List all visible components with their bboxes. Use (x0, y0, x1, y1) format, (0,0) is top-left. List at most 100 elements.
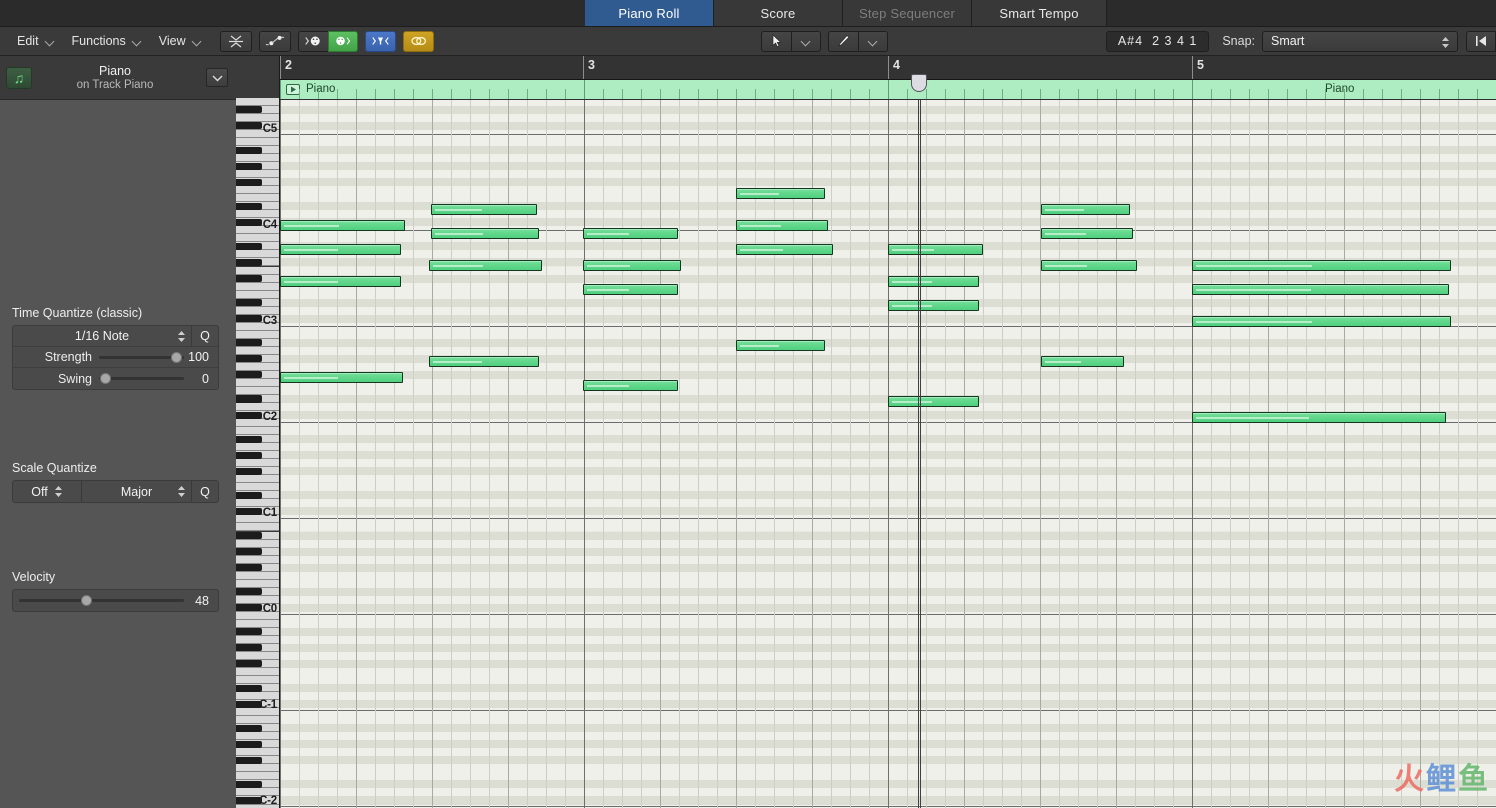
piano-key-row[interactable] (236, 539, 279, 548)
piano-key-black[interactable] (236, 548, 262, 556)
slider-knob[interactable] (100, 373, 112, 384)
piano-key-row[interactable] (236, 635, 279, 644)
pointer-tool-menu[interactable] (790, 30, 821, 52)
piano-key-black[interactable] (236, 106, 262, 114)
piano-key-black[interactable] (236, 258, 262, 266)
piano-key-black[interactable] (236, 644, 262, 652)
region-lane[interactable]: Piano Piano (280, 80, 1496, 100)
piano-key-row[interactable] (236, 226, 279, 235)
midi-note[interactable] (583, 284, 678, 295)
scale-quantize-mode-select[interactable]: Off (13, 481, 81, 502)
strength-row[interactable]: Strength 100 (13, 347, 218, 368)
midi-note[interactable] (736, 244, 833, 255)
piano-key-black[interactable] (236, 724, 262, 732)
menu-edit[interactable]: Edit (8, 30, 63, 52)
piano-key-row[interactable] (236, 788, 279, 797)
midi-note[interactable] (736, 188, 825, 199)
piano-key-row[interactable] (236, 210, 279, 219)
tab-score[interactable]: Score (714, 0, 843, 27)
midi-note[interactable] (888, 244, 983, 255)
midi-note[interactable] (1041, 228, 1133, 239)
piano-key-row[interactable] (236, 97, 279, 106)
piano-key-black[interactable] (236, 411, 262, 419)
tab-step-sequencer[interactable]: Step Sequencer (843, 0, 972, 27)
midi-note[interactable] (1041, 356, 1124, 367)
piano-key-row[interactable] (236, 515, 279, 524)
tab-smart-tempo[interactable]: Smart Tempo (972, 0, 1107, 27)
midi-note[interactable] (583, 380, 678, 391)
secondary-tool-button[interactable] (827, 30, 858, 52)
piano-key-black[interactable] (236, 467, 262, 475)
midi-note[interactable] (888, 396, 979, 407)
piano-key-row[interactable] (236, 170, 279, 179)
piano-key-row[interactable] (236, 619, 279, 628)
midi-in-button[interactable] (297, 30, 328, 52)
piano-key-row[interactable] (236, 443, 279, 452)
midi-note[interactable] (736, 220, 828, 231)
piano-key-black[interactable] (236, 756, 262, 764)
piano-key-black[interactable] (236, 315, 262, 323)
timeline-ruler[interactable]: 2 3 4 5 (280, 56, 1496, 80)
piano-key-row[interactable] (236, 186, 279, 195)
scale-quantize-scale-select[interactable]: Major (82, 481, 191, 502)
piano-key-black[interactable] (236, 122, 262, 130)
piano-key-row[interactable] (236, 579, 279, 588)
piano-key-row[interactable] (236, 266, 279, 275)
velocity-row[interactable]: 48 (13, 590, 218, 611)
piano-key-black[interactable] (236, 780, 262, 788)
piano-key-black[interactable] (236, 202, 262, 210)
piano-key-row[interactable] (236, 676, 279, 685)
swing-slider[interactable] (99, 368, 184, 389)
piano-key-row[interactable] (236, 571, 279, 580)
piano-key-row[interactable] (236, 523, 279, 532)
midi-note[interactable] (1192, 260, 1451, 271)
piano-key-row[interactable] (236, 130, 279, 139)
midi-note[interactable] (736, 340, 825, 351)
piano-key-row[interactable] (236, 346, 279, 355)
piano-key-black[interactable] (236, 588, 262, 596)
velocity-scale-button[interactable] (219, 30, 252, 52)
midi-note[interactable] (429, 356, 539, 367)
note-tool-button[interactable] (258, 30, 291, 52)
piano-key-black[interactable] (236, 604, 262, 612)
playhead-handle[interactable] (911, 74, 927, 92)
piano-key-row[interactable] (236, 748, 279, 757)
note-grid[interactable] (280, 100, 1496, 808)
menu-view[interactable]: View (150, 30, 210, 52)
midi-note[interactable] (1041, 260, 1137, 271)
midi-note[interactable] (280, 372, 403, 383)
piano-key-black[interactable] (236, 339, 262, 347)
midi-note[interactable] (1041, 204, 1130, 215)
time-quantize-q-button[interactable]: Q (191, 326, 218, 346)
midi-note[interactable] (431, 228, 539, 239)
piano-key-black[interactable] (236, 162, 262, 170)
piano-key-black[interactable] (236, 660, 262, 668)
menu-functions[interactable]: Functions (63, 30, 150, 52)
piano-key-row[interactable] (236, 483, 279, 492)
piano-key-row[interactable] (236, 668, 279, 677)
midi-out-button[interactable] (327, 30, 358, 52)
slider-knob[interactable] (170, 351, 182, 363)
piano-key-row[interactable] (236, 194, 279, 203)
piano-key-black[interactable] (236, 435, 262, 443)
slider-knob[interactable] (80, 595, 92, 606)
piano-key-row[interactable] (236, 555, 279, 564)
piano-key-black[interactable] (236, 146, 262, 154)
piano-key-black[interactable] (236, 371, 262, 379)
piano-key-row[interactable] (236, 322, 279, 331)
piano-key-black[interactable] (236, 532, 262, 540)
piano-key-black[interactable] (236, 628, 262, 636)
piano-key-row[interactable] (236, 772, 279, 781)
catch-playhead-button[interactable] (1466, 30, 1496, 52)
disclosure-triangle-icon[interactable] (206, 68, 228, 87)
time-quantize-select[interactable]: 1/16 Note (13, 326, 191, 346)
piano-key-row[interactable] (236, 250, 279, 259)
piano-key-row[interactable] (236, 708, 279, 717)
piano-key-row[interactable] (236, 595, 279, 604)
strength-slider[interactable] (99, 347, 184, 367)
piano-key-black[interactable] (236, 355, 262, 363)
piano-key-black[interactable] (236, 395, 262, 403)
piano-key-black[interactable] (236, 299, 262, 307)
piano-key-row[interactable] (236, 732, 279, 741)
piano-key-row[interactable] (236, 403, 279, 412)
